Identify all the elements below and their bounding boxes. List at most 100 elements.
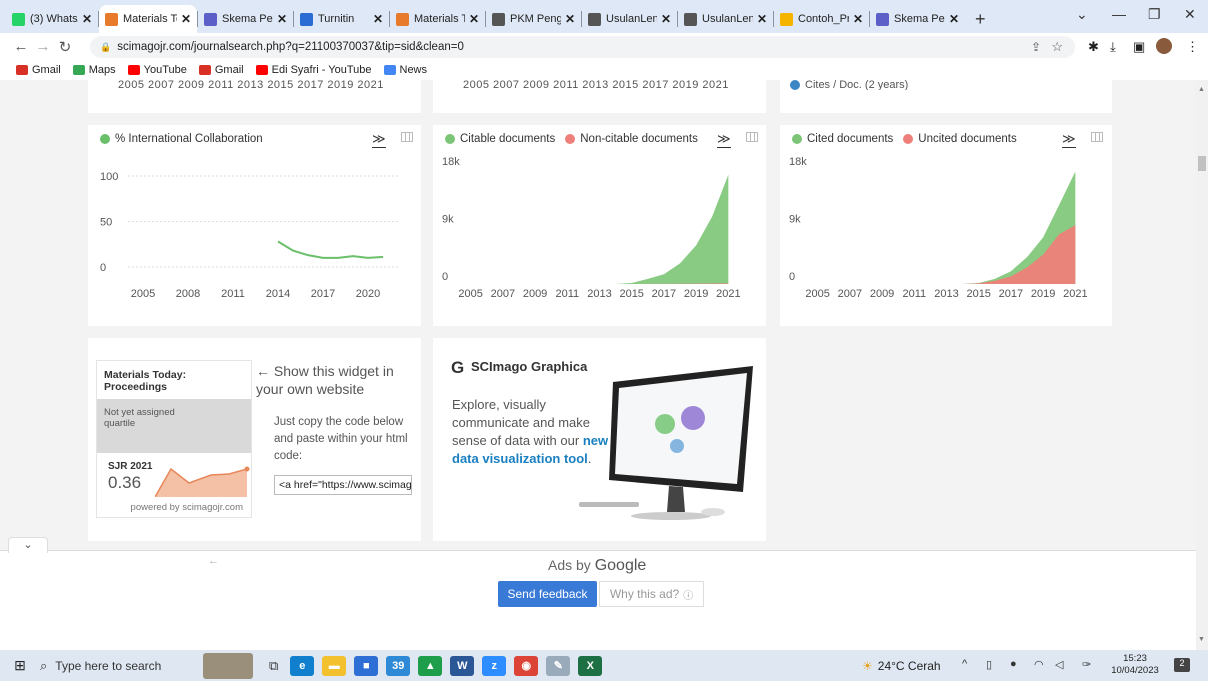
- url-text: scimagojr.com/journalsearch.php?q=211003…: [117, 41, 464, 53]
- browser-tab[interactable]: Materials To ✕: [390, 5, 485, 33]
- forward-arrow-icon[interactable]: →: [32, 38, 54, 55]
- url-field[interactable]: 🔒 scimagojr.com/journalsearch.php?q=2110…: [90, 36, 1075, 58]
- close-tab-icon[interactable]: ✕: [82, 12, 92, 26]
- clock[interactable]: 15:23 10/04/2023: [1110, 653, 1160, 677]
- x-tick-label: 2008: [176, 288, 200, 300]
- minimize-button[interactable]: —: [1112, 6, 1126, 22]
- windows-start-icon[interactable]: ⊞: [0, 657, 40, 674]
- taskbar-apps: e ▬ ■ 39 ▲ Wz ◉ ✎ X: [286, 655, 606, 676]
- browser-tab[interactable]: PKM Pengg ✕: [486, 5, 581, 33]
- edge-icon[interactable]: e: [290, 655, 315, 676]
- photos-icon[interactable]: 39: [386, 655, 411, 676]
- back-arrow-icon[interactable]: ←: [10, 38, 32, 55]
- scroll-down-arrow-icon[interactable]: ▼: [1198, 636, 1205, 643]
- browser-tab[interactable]: Contoh_Pro ✕: [774, 5, 869, 33]
- taskbar-search[interactable]: ⌕ Type here to search: [40, 650, 195, 681]
- sjr-label: SJR 2021: [108, 461, 153, 472]
- share-icon[interactable]: ⇪: [1031, 40, 1041, 54]
- x-tick-label: 2005: [131, 288, 155, 300]
- y-tick-label: 18k: [442, 156, 460, 168]
- tray-chevron-icon[interactable]: ^: [962, 658, 967, 670]
- close-tab-icon[interactable]: ✕: [853, 12, 863, 26]
- close-tab-icon[interactable]: ✕: [469, 12, 479, 26]
- store-icon[interactable]: ■: [354, 655, 379, 676]
- close-tab-icon[interactable]: ✕: [277, 12, 287, 26]
- close-tab-icon[interactable]: ✕: [757, 12, 767, 26]
- notification-icon[interactable]: 2: [1174, 658, 1190, 672]
- close-window-button[interactable]: ✕: [1184, 6, 1196, 23]
- browser-tab[interactable]: UsulanLeng ✕: [582, 5, 677, 33]
- profile-avatar[interactable]: [1156, 38, 1172, 54]
- ads-label: Ads by: [548, 557, 591, 573]
- bookmark-item[interactable]: Gmail: [198, 64, 244, 76]
- new-tab-button[interactable]: +: [965, 5, 996, 33]
- microphone-icon[interactable]: ●: [1010, 658, 1017, 670]
- bookmark-item[interactable]: Edi Syafri - YouTube: [255, 64, 372, 76]
- close-tab-icon[interactable]: ✕: [373, 12, 383, 26]
- search-highlight-image[interactable]: [203, 652, 253, 679]
- collapse-chevron-icon[interactable]: ⌄: [8, 537, 48, 553]
- x-tick-label: 2020: [356, 288, 380, 300]
- drive-icon[interactable]: ▲: [418, 655, 443, 676]
- scroll-up-arrow-icon[interactable]: ▲: [1198, 86, 1205, 93]
- page-scrollbar[interactable]: ▲ ▼: [1196, 80, 1208, 650]
- y-tick-label: 0: [442, 271, 448, 283]
- menu-kebab-icon[interactable]: ⋮: [1186, 39, 1199, 55]
- zoom-icon[interactable]: z: [482, 655, 507, 676]
- bookmark-star-icon[interactable]: ☆: [1051, 39, 1063, 55]
- send-feedback-button[interactable]: Send feedback: [498, 581, 597, 607]
- citable-docs-chart-card: Citable documents Non-citable documents ≫…: [433, 125, 766, 326]
- bookmark-item[interactable]: Gmail: [16, 64, 61, 76]
- clock-date: 10/04/2023: [1111, 665, 1159, 676]
- y-tick-label: 50: [100, 217, 112, 229]
- ads-back-arrow-icon[interactable]: ←: [208, 555, 219, 567]
- browser-tab[interactable]: Skema Pene ✕: [870, 5, 965, 33]
- browser-tab[interactable]: UsulanLeng ✕: [678, 5, 773, 33]
- x-tick-label: 2013: [934, 288, 958, 300]
- browser-tab[interactable]: Turnitin ✕: [294, 5, 389, 33]
- tray-device-icon[interactable]: ▯: [986, 658, 992, 671]
- tab-label: UsulanLeng: [606, 13, 657, 25]
- close-tab-icon[interactable]: ✕: [565, 12, 575, 26]
- show-widget-text: ← Show this widget in your own website: [256, 363, 394, 397]
- why-this-ad-button[interactable]: Why this ad? ⓘ: [599, 581, 704, 607]
- paint-icon[interactable]: ✎: [546, 655, 571, 676]
- volume-icon[interactable]: ◁: [1055, 658, 1063, 671]
- tab-label: Materials To: [414, 13, 465, 25]
- scrollbar-thumb[interactable]: [1198, 156, 1206, 171]
- restore-button[interactable]: ❐: [1148, 6, 1161, 23]
- browser-tab[interactable]: (3) WhatsAp ✕: [6, 5, 98, 33]
- bookmark-item[interactable]: Maps: [72, 64, 116, 76]
- close-tab-icon[interactable]: ✕: [949, 12, 959, 26]
- word-icon[interactable]: W: [450, 655, 475, 676]
- bookmark-item[interactable]: News: [383, 64, 428, 76]
- wifi-icon[interactable]: ◠: [1034, 658, 1044, 671]
- task-view-icon[interactable]: ⧉: [269, 658, 278, 674]
- file-explorer-icon[interactable]: ▬: [322, 655, 347, 676]
- pen-icon[interactable]: ✑: [1082, 658, 1091, 671]
- maps-icon: [72, 65, 85, 75]
- chrome-icon[interactable]: ◉: [514, 655, 539, 676]
- bookmark-item[interactable]: YouTube: [127, 64, 187, 76]
- bookmark-label: News: [399, 64, 428, 76]
- side-panel-icon[interactable]: ▣: [1133, 39, 1145, 55]
- weather-widget[interactable]: ☀ 24°C Cerah: [862, 650, 941, 681]
- embed-code-field[interactable]: <a href="https://www.scimag: [274, 475, 412, 495]
- graphica-card[interactable]: G SCImago Graphica Explore, visually com…: [433, 338, 766, 541]
- partial-card-mid: 2005 2007 2009 2011 2013 2015 2017 2019 …: [433, 80, 766, 113]
- extensions-icon[interactable]: ✱: [1088, 39, 1099, 55]
- partial-legend-right: Cites / Doc. (2 years): [790, 80, 908, 90]
- tab-search-icon[interactable]: ⌄: [1076, 6, 1088, 23]
- x-tick-label: 2005: [805, 288, 829, 300]
- excel-icon[interactable]: X: [578, 655, 603, 676]
- close-tab-icon[interactable]: ✕: [181, 12, 191, 26]
- download-icon[interactable]: ⤓: [1110, 39, 1116, 55]
- reload-icon[interactable]: ↻: [54, 38, 76, 56]
- y-tick-label: 9k: [789, 214, 801, 226]
- browser-tab[interactable]: Materials To ✕: [99, 5, 197, 33]
- browser-tab[interactable]: Skema Pene ✕: [198, 5, 293, 33]
- x-tick-label: 2017: [999, 288, 1023, 300]
- sjr-widget[interactable]: Materials Today: Proceedings Not yet ass…: [96, 360, 252, 518]
- close-tab-icon[interactable]: ✕: [661, 12, 671, 26]
- taskbar: ⊞ ⌕ Type here to search ⧉ e ▬ ■ 39 ▲ Wz ◉ ✎ X ☀ …: [0, 650, 1208, 681]
